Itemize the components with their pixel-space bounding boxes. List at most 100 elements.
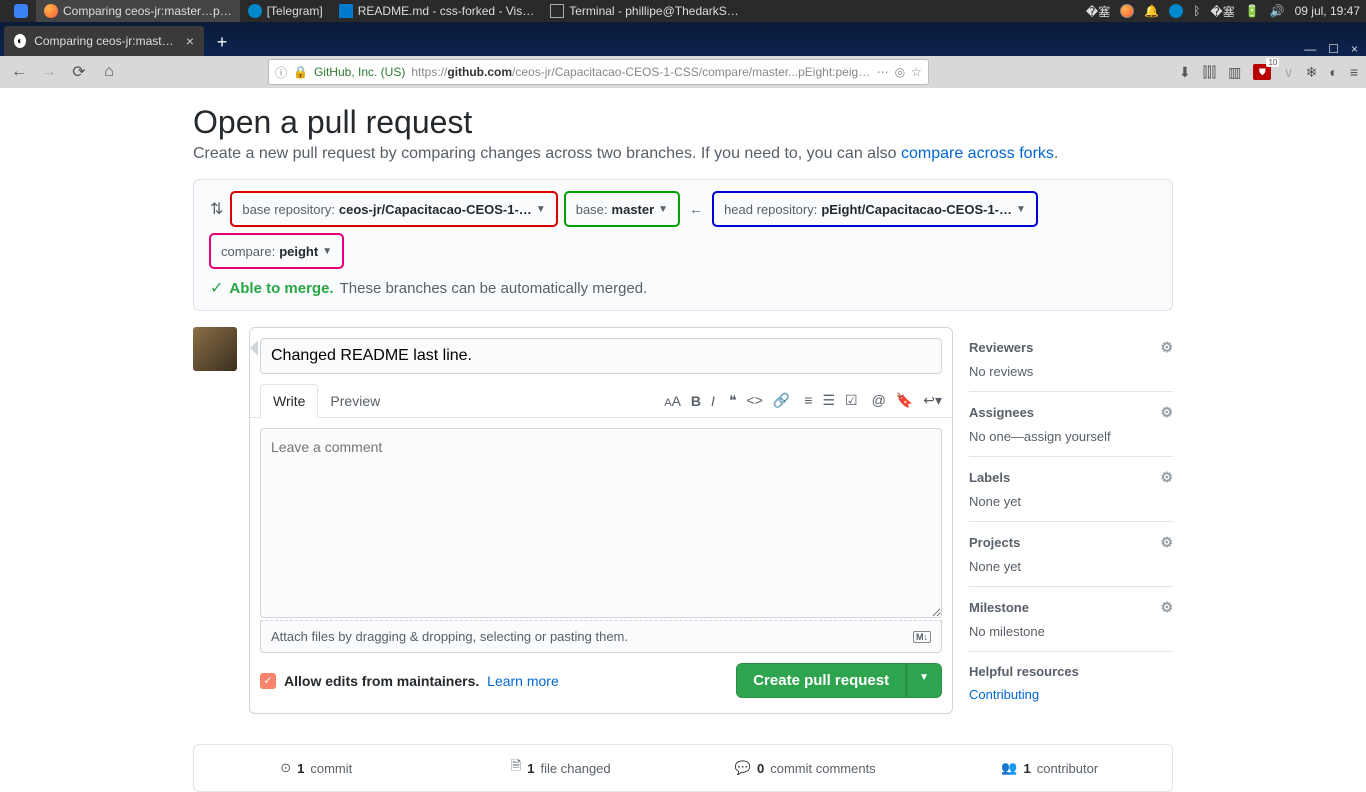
os-task-telegram[interactable]: [Telegram] bbox=[240, 0, 331, 22]
gear-icon[interactable]: ⚙ bbox=[1160, 469, 1173, 486]
stat-comments[interactable]: 💬0commit comments bbox=[683, 757, 928, 779]
mention-icon[interactable]: @ bbox=[872, 392, 886, 409]
task-label: README.md - css-forked - Vis… bbox=[358, 4, 534, 18]
home-button[interactable]: ⌂ bbox=[98, 61, 120, 83]
code-icon[interactable]: <> bbox=[746, 392, 762, 409]
caret-down-icon: ▼ bbox=[322, 246, 332, 257]
os-top-bar: Comparing ceos-jr:master…p… [Telegram] R… bbox=[0, 0, 1366, 22]
diff-stats: ⊙1commit 🗎1file changed 💬0commit comment… bbox=[193, 744, 1173, 792]
ol-icon[interactable]: ☰ bbox=[822, 392, 835, 409]
preview-tab[interactable]: Preview bbox=[318, 385, 392, 417]
page-action-icon[interactable]: ⋯ bbox=[877, 65, 889, 79]
browser-tab[interactable]: ◐ Comparing ceos-jr:master…pE × bbox=[4, 26, 204, 56]
reviewers-title: Reviewers bbox=[969, 340, 1033, 355]
url-bar[interactable]: ⓘ 🔒 GitHub, Inc. (US) https://github.com… bbox=[268, 59, 929, 85]
markdown-icon[interactable]: M↓ bbox=[913, 631, 931, 643]
stat-commits[interactable]: ⊙1commit bbox=[194, 757, 439, 779]
file-icon: 🗎 bbox=[511, 757, 521, 779]
wifi-icon-2[interactable]: �塞 bbox=[1210, 3, 1234, 20]
labels-value: None yet bbox=[969, 494, 1173, 509]
heading-icon[interactable]: AA bbox=[664, 393, 681, 409]
merge-status: ✓ Able to merge. These branches can be a… bbox=[210, 278, 1156, 298]
check-icon: ✓ bbox=[210, 278, 223, 298]
projects-title: Projects bbox=[969, 535, 1020, 550]
quote-icon[interactable]: ❝ bbox=[729, 392, 737, 409]
reader-icon[interactable]: ◎ bbox=[895, 65, 905, 79]
pr-title-input[interactable] bbox=[260, 338, 942, 374]
os-task-firefox[interactable]: Comparing ceos-jr:master…p… bbox=[36, 0, 240, 22]
reviewers-value: No reviews bbox=[969, 364, 1173, 379]
compare-icon: ⇅ bbox=[210, 199, 223, 219]
user-avatar[interactable] bbox=[193, 327, 237, 371]
ublock-icon[interactable]: ⛊ bbox=[1253, 64, 1271, 80]
page-title: Open a pull request bbox=[193, 104, 1173, 141]
link-icon[interactable]: 🔗 bbox=[773, 392, 790, 409]
bell-icon[interactable]: 🔔 bbox=[1144, 4, 1159, 18]
os-app-menu[interactable] bbox=[6, 0, 36, 22]
library-icon[interactable]: ⫿⫿⫿ bbox=[1203, 64, 1216, 81]
os-task-terminal[interactable]: Terminal - phillipe@ThedarkS… bbox=[542, 0, 747, 22]
maximize-icon[interactable]: ☐ bbox=[1328, 42, 1339, 56]
close-tab-icon[interactable]: × bbox=[186, 33, 194, 49]
saved-reply-icon[interactable]: 🔖 bbox=[896, 392, 913, 409]
create-pr-dropdown[interactable]: ▼ bbox=[906, 663, 942, 698]
italic-icon[interactable]: I bbox=[711, 393, 715, 409]
ext-icon[interactable]: ∨ bbox=[1283, 64, 1293, 81]
base-repo-select[interactable]: base repository: ceos-jr/Capacitacao-CEO… bbox=[231, 192, 556, 226]
resources-title: Helpful resources bbox=[969, 664, 1079, 679]
contributing-link[interactable]: Contributing bbox=[969, 687, 1039, 702]
github-favicon-icon: ◐ bbox=[14, 34, 26, 48]
ext2-icon[interactable]: ❄ bbox=[1306, 64, 1318, 81]
gear-icon[interactable]: ⚙ bbox=[1160, 534, 1173, 551]
new-tab-button[interactable]: + bbox=[208, 28, 236, 56]
close-window-icon[interactable]: × bbox=[1351, 42, 1358, 56]
stat-contributors[interactable]: 👥1contributor bbox=[928, 757, 1173, 779]
forward-button: → bbox=[38, 61, 60, 83]
allow-edits-checkbox[interactable]: ✓ bbox=[260, 673, 276, 689]
learn-more-link[interactable]: Learn more bbox=[487, 673, 559, 689]
os-task-vscode[interactable]: README.md - css-forked - Vis… bbox=[331, 0, 542, 22]
tasklist-icon[interactable]: ☑ bbox=[845, 392, 858, 409]
gear-icon[interactable]: ⚙ bbox=[1160, 339, 1173, 356]
minimize-icon[interactable]: — bbox=[1304, 42, 1316, 56]
attach-hint[interactable]: Attach files by dragging & dropping, sel… bbox=[260, 620, 942, 653]
wifi-icon[interactable]: �塞 bbox=[1086, 3, 1110, 20]
arrow-left-icon: ← bbox=[687, 201, 705, 217]
menu-icon[interactable]: ≡ bbox=[1350, 64, 1358, 80]
battery-icon[interactable]: 🔋 bbox=[1245, 4, 1260, 18]
compare-branch-select[interactable]: compare: peight▼ bbox=[210, 234, 343, 268]
back-button[interactable]: ← bbox=[8, 61, 30, 83]
stat-files[interactable]: 🗎1file changed bbox=[439, 757, 684, 779]
gear-icon[interactable]: ⚙ bbox=[1160, 404, 1173, 421]
sidebar-icon[interactable]: ▥ bbox=[1228, 64, 1241, 81]
gear-icon[interactable]: ⚙ bbox=[1160, 599, 1173, 616]
bluetooth-icon[interactable]: ᛒ bbox=[1193, 4, 1200, 18]
site-info-icon[interactable]: ⓘ bbox=[275, 64, 287, 81]
base-branch-select[interactable]: base: master▼ bbox=[565, 192, 679, 226]
task-label: Comparing ceos-jr:master…p… bbox=[63, 4, 232, 18]
caret-down-icon: ▼ bbox=[658, 204, 668, 215]
task-label: [Telegram] bbox=[267, 4, 323, 18]
reply-icon[interactable]: ↩▾ bbox=[923, 392, 942, 409]
bookmark-star-icon[interactable]: ☆ bbox=[911, 65, 922, 79]
download-icon[interactable]: ⬇ bbox=[1179, 64, 1191, 81]
clock[interactable]: 09 jul, 19:47 bbox=[1295, 4, 1360, 18]
ext3-icon[interactable]: ◐ bbox=[1329, 64, 1337, 80]
reload-button[interactable]: ⟳ bbox=[68, 61, 90, 83]
tab-title: Comparing ceos-jr:master…pE bbox=[34, 34, 178, 48]
volume-icon[interactable]: 🔊 bbox=[1270, 4, 1285, 18]
create-pr-button[interactable]: Create pull request bbox=[736, 663, 906, 698]
bold-icon[interactable]: B bbox=[691, 393, 701, 409]
assignees-value[interactable]: No one—assign yourself bbox=[969, 429, 1173, 444]
tray-firefox-icon[interactable] bbox=[1120, 4, 1134, 18]
caret-down-icon: ▼ bbox=[536, 204, 546, 215]
tray-telegram-icon[interactable] bbox=[1169, 4, 1183, 18]
write-tab[interactable]: Write bbox=[260, 384, 318, 418]
telegram-icon bbox=[248, 4, 262, 18]
comment-textarea[interactable] bbox=[260, 428, 942, 618]
compare-forks-link[interactable]: compare across forks bbox=[901, 145, 1054, 162]
browser-tab-bar: ◐ Comparing ceos-jr:master…pE × + — ☐ × bbox=[0, 22, 1366, 56]
assignees-title: Assignees bbox=[969, 405, 1034, 420]
ul-icon[interactable]: ≡ bbox=[804, 392, 812, 409]
head-repo-select[interactable]: head repository: pEight/Capacitacao-CEOS… bbox=[713, 192, 1037, 226]
